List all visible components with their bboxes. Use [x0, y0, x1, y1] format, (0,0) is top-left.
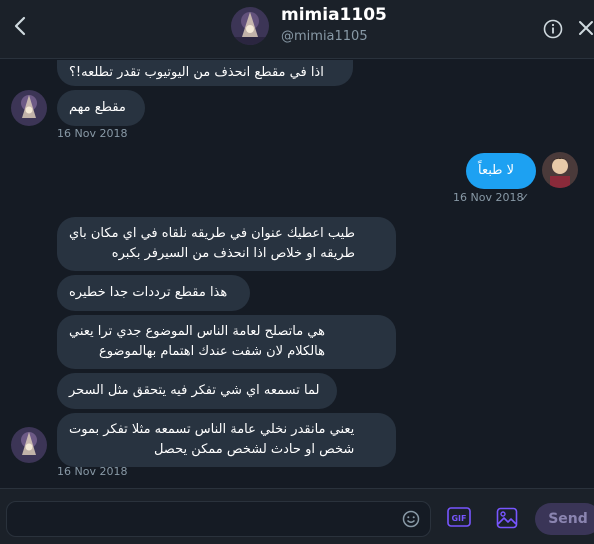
message-timestamp: 16 Nov 2018: [57, 465, 128, 478]
back-arrow-icon[interactable]: [8, 14, 32, 38]
message-bubble: هي ماتصلح لعامة الناس الموضوع جدي ترا يع…: [57, 315, 396, 369]
message-bubble-sent: لا طبعاً: [466, 153, 536, 189]
message-bubble: يعني مانقدر نخلي عامة الناس تسمعه مثلا ت…: [57, 413, 396, 467]
message-list[interactable]: اذا في مقطع انحذف من اليوتيوب تقدر تطلعه…: [0, 60, 594, 488]
gif-label: GIF: [451, 514, 466, 523]
message-bubble: اذا في مقطع انحذف من اليوتيوب تقدر تطلعه…: [57, 60, 353, 86]
gif-icon[interactable]: GIF: [447, 507, 471, 527]
message-bubble: مقطع مهم: [57, 90, 145, 126]
close-icon[interactable]: [577, 19, 594, 37]
emoji-icon[interactable]: [402, 510, 420, 528]
avatar[interactable]: [231, 7, 269, 45]
conversation-name[interactable]: mimia1105: [281, 5, 387, 25]
message-timestamp: 16 Nov 2018: [453, 191, 524, 204]
conversation-header: mimia1105 @mimia1105: [0, 0, 594, 59]
message-composer: GIF Send: [0, 488, 594, 544]
message-bubble: هذا مقطع ترددات جدا خطيره: [57, 275, 250, 311]
message-bubble: طيب اعطيك عنوان في طريقه نلقاه في اي مكا…: [57, 217, 396, 271]
avatar[interactable]: [11, 90, 47, 126]
conversation-handle: @mimia1105: [281, 29, 368, 44]
message-bubble: لما تسمعه اي شي تفكر فيه يتحقق مثل السحر: [57, 373, 337, 409]
send-button[interactable]: Send: [535, 503, 594, 535]
avatar[interactable]: [542, 152, 578, 188]
avatar[interactable]: [11, 427, 47, 463]
image-icon[interactable]: [496, 507, 518, 529]
message-input[interactable]: [6, 501, 431, 537]
read-check-icon: ✓: [520, 191, 530, 204]
info-icon[interactable]: [543, 19, 563, 39]
message-timestamp: 16 Nov 2018: [57, 127, 128, 140]
